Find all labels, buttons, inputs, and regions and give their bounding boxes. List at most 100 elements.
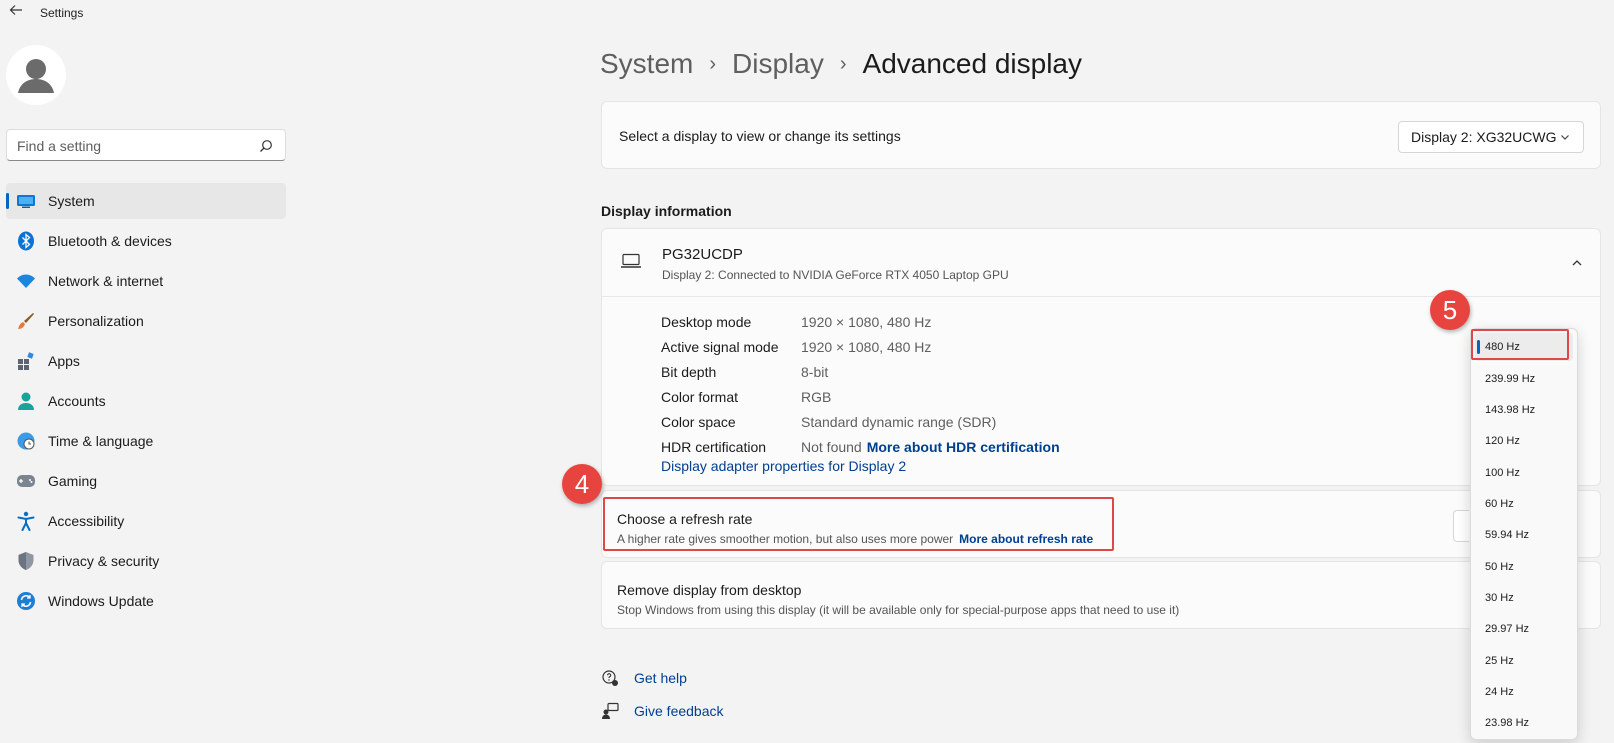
sidebar-item-label: Gaming — [48, 473, 98, 489]
sidebar-item-label: Bluetooth & devices — [48, 233, 172, 249]
get-help-row[interactable]: Get help — [601, 667, 687, 689]
chevron-up-icon[interactable] — [1570, 256, 1584, 270]
sidebar-item-apps[interactable]: Apps — [6, 343, 286, 379]
refresh-rate-flyout: 480 Hz 239.99 Hz 143.98 Hz 120 Hz 100 Hz… — [1470, 328, 1578, 740]
refresh-option-239-99[interactable]: 239.99 Hz — [1475, 365, 1573, 393]
hdr-certification-link[interactable]: More about HDR certification — [867, 439, 1060, 455]
wifi-icon — [16, 271, 36, 291]
search-icon[interactable] — [259, 139, 273, 153]
sidebar-item-bluetooth[interactable]: Bluetooth & devices — [6, 223, 286, 259]
sidebar-item-label: Network & internet — [48, 273, 164, 289]
refresh-option-29-97[interactable]: 29.97 Hz — [1475, 615, 1573, 643]
refresh-option-59-94[interactable]: 59.94 Hz — [1475, 521, 1573, 549]
remove-display-title: Remove display from desktop — [617, 582, 802, 598]
info-key: Active signal mode — [661, 338, 779, 355]
get-help-link[interactable]: Get help — [634, 670, 687, 686]
info-key: Color space — [661, 413, 736, 430]
info-row-color-format: Color format RGB — [661, 384, 1060, 409]
laptop-icon — [621, 253, 641, 268]
sidebar-item-system[interactable]: System — [6, 183, 286, 219]
give-feedback-link[interactable]: Give feedback — [634, 703, 724, 719]
sidebar-item-label: Time & language — [48, 433, 154, 449]
refresh-option-143-98[interactable]: 143.98 Hz — [1475, 396, 1573, 424]
info-value: 8-bit — [801, 363, 829, 380]
gamepad-icon — [16, 471, 36, 491]
sidebar-item-label: Privacy & security — [48, 553, 160, 569]
refresh-option-100[interactable]: 100 Hz — [1475, 459, 1573, 487]
sidebar-item-label: Windows Update — [48, 593, 154, 609]
sidebar-item-privacy-security[interactable]: Privacy & security — [6, 543, 286, 579]
accessibility-icon — [16, 511, 36, 531]
avatar[interactable] — [6, 45, 66, 105]
sidebar-nav: System Bluetooth & devices Network & int… — [6, 183, 286, 623]
sidebar-item-accounts[interactable]: Accounts — [6, 383, 286, 419]
feedback-icon — [602, 702, 619, 719]
sidebar-item-personalization[interactable]: Personalization — [6, 303, 286, 339]
refresh-option-120[interactable]: 120 Hz — [1475, 427, 1573, 455]
info-key: Bit depth — [661, 363, 717, 380]
info-key: Color format — [661, 388, 739, 405]
breadcrumb: System › Display › Advanced display — [600, 44, 1082, 84]
info-row-color-space: Color space Standard dynamic range (SDR) — [661, 409, 1060, 434]
breadcrumb-display[interactable]: Display — [732, 48, 824, 80]
help-chat-icon — [602, 670, 618, 686]
info-value: 1920 × 1080, 480 Hz — [801, 313, 932, 330]
breadcrumb-separator-icon: › — [709, 52, 717, 75]
refresh-option-24[interactable]: 24 Hz — [1475, 678, 1573, 706]
sidebar-item-label: Personalization — [48, 313, 144, 329]
apps-icon — [16, 351, 36, 371]
refresh-option-23-98[interactable]: 23.98 Hz — [1475, 709, 1573, 737]
sidebar-item-gaming[interactable]: Gaming — [6, 463, 286, 499]
breadcrumb-separator-icon: › — [839, 52, 847, 75]
shield-icon — [16, 551, 36, 571]
display-info-card: PG32UCDP Display 2: Connected to NVIDIA … — [601, 228, 1601, 486]
refresh-option-30[interactable]: 30 Hz — [1475, 584, 1573, 612]
sidebar-item-label: Accessibility — [48, 513, 125, 529]
display-select-label: Select a display to view or change its s… — [619, 128, 901, 144]
search-input[interactable] — [17, 136, 247, 156]
refresh-option-50[interactable]: 50 Hz — [1475, 553, 1573, 581]
display-adapter-properties-link[interactable]: Display adapter properties for Display 2 — [661, 458, 906, 474]
info-value: 1920 × 1080, 480 Hz — [801, 338, 932, 355]
display-select-card: Select a display to view or change its s… — [601, 101, 1601, 169]
sidebar-item-label: Accounts — [48, 393, 106, 409]
info-value: RGB — [801, 388, 832, 405]
search-box — [6, 129, 286, 161]
sidebar-item-label: System — [48, 193, 95, 209]
sidebar-item-time-language[interactable]: Time & language — [6, 423, 286, 459]
info-row-desktop-mode: Desktop mode 1920 × 1080, 480 Hz — [661, 309, 1060, 334]
brush-icon — [16, 311, 36, 331]
remove-display-card: Remove display from desktop Stop Windows… — [601, 561, 1601, 629]
monitor-connection: Display 2: Connected to NVIDIA GeForce R… — [662, 268, 1009, 282]
sidebar-item-network[interactable]: Network & internet — [6, 263, 286, 299]
info-key: HDR certification — [661, 438, 767, 455]
option-480-highlight-box — [1471, 329, 1569, 360]
title-bar: Settings — [0, 0, 1614, 28]
refresh-rate-highlight-box — [603, 497, 1114, 551]
bluetooth-icon — [16, 231, 36, 251]
remove-display-subtitle: Stop Windows from using this display (it… — [617, 603, 1180, 617]
monitor-name: PG32UCDP — [662, 246, 743, 263]
step-4-badge: 4 — [562, 464, 602, 504]
give-feedback-row[interactable]: Give feedback — [601, 700, 724, 722]
system-icon — [16, 191, 36, 211]
display-info-header[interactable]: PG32UCDP Display 2: Connected to NVIDIA … — [602, 229, 1600, 297]
info-value: Not found — [801, 438, 862, 455]
info-row-bit-depth: Bit depth 8-bit — [661, 359, 1060, 384]
chevron-down-icon — [1561, 135, 1569, 140]
clock-globe-icon — [16, 431, 36, 451]
refresh-option-60[interactable]: 60 Hz — [1475, 490, 1573, 518]
back-arrow-icon[interactable] — [6, 3, 26, 23]
refresh-option-25[interactable]: 25 Hz — [1475, 647, 1573, 675]
breadcrumb-system[interactable]: System — [600, 48, 693, 80]
display-info-rows: Desktop mode 1920 × 1080, 480 Hz Active … — [661, 309, 1060, 459]
refresh-rate-dropdown[interactable] — [1453, 510, 1469, 542]
sidebar-item-accessibility[interactable]: Accessibility — [6, 503, 286, 539]
display-dropdown[interactable]: Display 2: XG32UCWG — [1398, 121, 1584, 153]
page-title: Advanced display — [862, 48, 1082, 79]
sidebar-item-windows-update[interactable]: Windows Update — [6, 583, 286, 619]
info-row-active-signal-mode: Active signal mode 1920 × 1080, 480 Hz — [661, 334, 1060, 359]
display-dropdown-value: Display 2: XG32UCWG — [1411, 129, 1557, 145]
update-icon — [16, 591, 36, 611]
info-key: Desktop mode — [661, 313, 752, 330]
